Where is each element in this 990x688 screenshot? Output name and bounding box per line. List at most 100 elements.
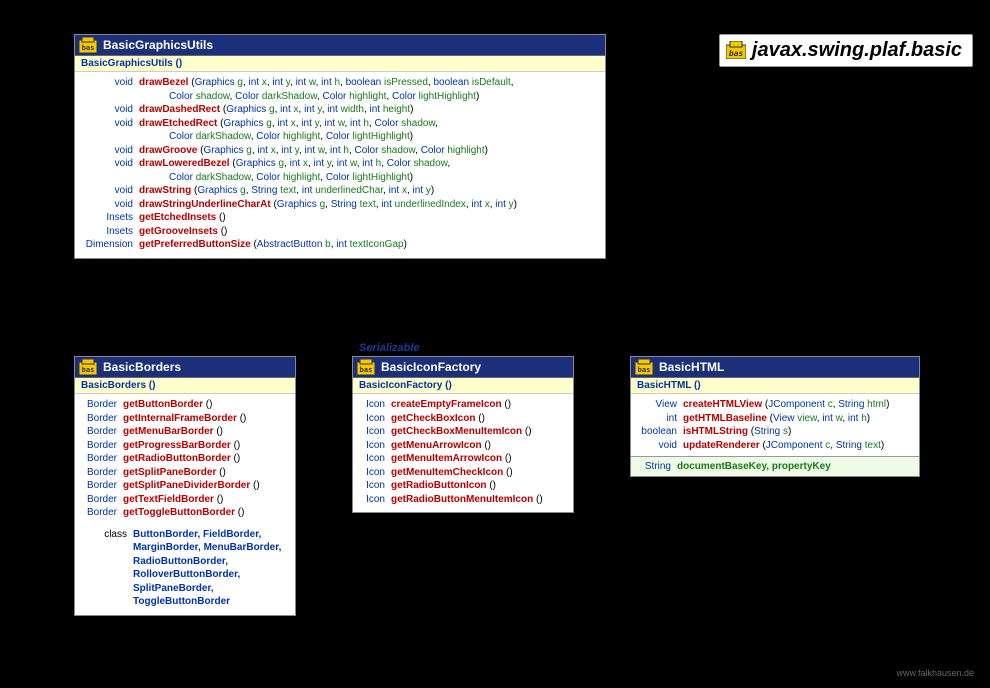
- method-cont: Color darkShadow, Color highlight, Color…: [81, 130, 599, 144]
- constructor: BasicBorders (): [75, 378, 295, 394]
- method-sig: getRadioButtonMenuItemIcon (): [391, 493, 567, 507]
- method-row: voiddrawDashedRect (Graphics g, int x, i…: [81, 103, 599, 117]
- method-row: voiddrawGroove (Graphics g, int x, int y…: [81, 144, 599, 158]
- method-sig: createEmptyFrameIcon (): [391, 398, 567, 412]
- return-type: void: [637, 439, 683, 453]
- class-title: BasicHTML: [659, 360, 724, 374]
- method-sig: getMenuArrowIcon (): [391, 439, 567, 453]
- method-sig: getSplitPaneBorder (): [123, 466, 289, 480]
- method-row: IcongetMenuItemCheckIcon (): [359, 466, 567, 480]
- class-box-html: bas BasicHTML BasicHTML () ViewcreateHTM…: [630, 356, 920, 477]
- method-sig: drawBezel (Graphics g, int x, int y, int…: [139, 76, 599, 90]
- return-type: void: [81, 103, 139, 117]
- return-type: Border: [81, 412, 123, 426]
- method-row: IcongetMenuItemArrowIcon (): [359, 452, 567, 466]
- return-type: Border: [81, 398, 123, 412]
- method-row: IconcreateEmptyFrameIcon (): [359, 398, 567, 412]
- method-sig: isHTMLString (String s): [683, 425, 913, 439]
- method-sig: getCheckBoxMenuItemIcon (): [391, 425, 567, 439]
- return-type: void: [81, 76, 139, 90]
- method-row: IcongetRadioButtonIcon (): [359, 479, 567, 493]
- class-icon: bas: [635, 359, 653, 378]
- method-row: voiddrawEtchedRect (Graphics g, int x, i…: [81, 117, 599, 131]
- method-row: voiddrawString (Graphics g, String text,…: [81, 184, 599, 198]
- method-sig: getRadioButtonIcon (): [391, 479, 567, 493]
- method-row: booleanisHTMLString (String s): [637, 425, 913, 439]
- method-row: intgetHTMLBaseline (View view, int w, in…: [637, 412, 913, 426]
- return-type: int: [637, 412, 683, 426]
- class-header: bas BasicIconFactory: [353, 357, 573, 378]
- return-type: Border: [81, 452, 123, 466]
- svg-text:bas: bas: [82, 44, 95, 52]
- method-row: BordergetMenuBarBorder (): [81, 425, 289, 439]
- package-icon: bas: [726, 41, 746, 65]
- method-cont: Color shadow, Color darkShadow, Color hi…: [81, 90, 599, 104]
- return-type: Icon: [359, 398, 391, 412]
- class-box-borders: bas BasicBorders BasicBorders () Borderg…: [74, 356, 296, 616]
- return-type: void: [81, 184, 139, 198]
- return-type: Border: [81, 425, 123, 439]
- method-row: ViewcreateHTMLView (JComponent c, String…: [637, 398, 913, 412]
- svg-text:bas: bas: [360, 366, 373, 374]
- class-box-graphics: bas BasicGraphicsUtils BasicGraphicsUtil…: [74, 34, 606, 259]
- method-sig: updateRenderer (JComponent c, String tex…: [683, 439, 913, 453]
- return-type: Icon: [359, 439, 391, 453]
- return-type: Icon: [359, 479, 391, 493]
- method-row: voidupdateRenderer (JComponent c, String…: [637, 439, 913, 453]
- return-type: void: [81, 198, 139, 212]
- method-row: voiddrawStringUnderlineCharAt (Graphics …: [81, 198, 599, 212]
- return-type: Icon: [359, 493, 391, 507]
- method-sig: getMenuBarBorder (): [123, 425, 289, 439]
- method-row: BordergetToggleButtonBorder (): [81, 506, 289, 520]
- svg-text:bas: bas: [638, 366, 651, 374]
- class-header: bas BasicHTML: [631, 357, 919, 378]
- return-type: Insets: [81, 211, 139, 225]
- return-type: Dimension: [81, 238, 139, 252]
- svg-text:bas: bas: [82, 366, 95, 374]
- field-type: String: [637, 461, 677, 472]
- method-sig: getTextFieldBorder (): [123, 493, 289, 507]
- method-row: BordergetRadioButtonBorder (): [81, 452, 289, 466]
- nested-label: class: [81, 528, 133, 542]
- method-row: BordergetSplitPaneDividerBorder (): [81, 479, 289, 493]
- method-sig: getButtonBorder (): [123, 398, 289, 412]
- method-sig: drawEtchedRect (Graphics g, int x, int y…: [139, 117, 599, 131]
- constructor: BasicHTML (): [631, 378, 919, 394]
- method-sig: getToggleButtonBorder (): [123, 506, 289, 520]
- return-type: Insets: [81, 225, 139, 239]
- method-row: IcongetCheckBoxMenuItemIcon (): [359, 425, 567, 439]
- nested-classes: class ButtonBorder, FieldBorder,MarginBo…: [81, 528, 289, 609]
- methods-list: ViewcreateHTMLView (JComponent c, String…: [631, 394, 919, 452]
- method-sig: drawGroove (Graphics g, int x, int y, in…: [139, 144, 599, 158]
- class-icon: bas: [357, 359, 375, 378]
- method-sig: getInternalFrameBorder (): [123, 412, 289, 426]
- method-row: DimensiongetPreferredButtonSize (Abstrac…: [81, 238, 599, 252]
- method-sig: getHTMLBaseline (View view, int w, int h…: [683, 412, 913, 426]
- return-type: Icon: [359, 452, 391, 466]
- return-type: void: [81, 157, 139, 171]
- method-sig: createHTMLView (JComponent c, String htm…: [683, 398, 913, 412]
- method-sig: getPreferredButtonSize (AbstractButton b…: [139, 238, 599, 252]
- class-header: bas BasicGraphicsUtils: [75, 35, 605, 56]
- footer-link[interactable]: www.falkhausen.de: [896, 668, 974, 678]
- methods-list: BordergetButtonBorder ()BordergetInterna…: [75, 394, 295, 615]
- nested-list: ButtonBorder, FieldBorder,MarginBorder, …: [133, 528, 289, 609]
- class-title: BasicBorders: [103, 360, 181, 374]
- return-type: Border: [81, 506, 123, 520]
- package-name: javax.swing.plaf.basic: [752, 39, 962, 61]
- method-sig: drawLoweredBezel (Graphics g, int x, int…: [139, 157, 599, 171]
- method-sig: getProgressBarBorder (): [123, 439, 289, 453]
- method-row: BordergetProgressBarBorder (): [81, 439, 289, 453]
- method-cont: Color darkShadow, Color highlight, Color…: [81, 171, 599, 185]
- method-row: InsetsgetEtchedInsets (): [81, 211, 599, 225]
- fields-section: String documentBaseKey, propertyKey: [631, 456, 919, 476]
- return-type: boolean: [637, 425, 683, 439]
- return-type: Border: [81, 466, 123, 480]
- class-icon: bas: [79, 37, 97, 56]
- method-row: InsetsgetGrooveInsets (): [81, 225, 599, 239]
- svg-text:bas: bas: [729, 49, 744, 58]
- method-sig: drawDashedRect (Graphics g, int x, int y…: [139, 103, 599, 117]
- method-row: IcongetMenuArrowIcon (): [359, 439, 567, 453]
- field-names: documentBaseKey, propertyKey: [677, 461, 913, 472]
- class-title: BasicGraphicsUtils: [103, 38, 213, 52]
